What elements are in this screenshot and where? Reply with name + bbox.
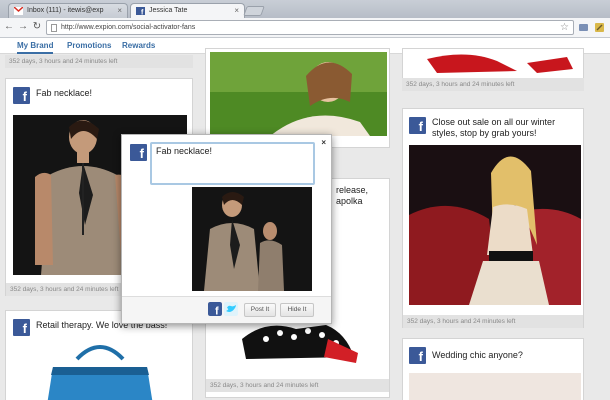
facebook-icon: f bbox=[409, 347, 426, 364]
page-icon bbox=[51, 24, 57, 32]
facebook-icon: f bbox=[136, 7, 145, 15]
address-bar[interactable]: http://www.expion.com/social-activator-f… bbox=[46, 20, 574, 35]
message-input[interactable]: Fab necklace! bbox=[150, 142, 315, 185]
new-tab-button[interactable] bbox=[243, 6, 265, 16]
facebook-share-icon[interactable]: f bbox=[208, 302, 222, 316]
tab-rewards[interactable]: Rewards bbox=[122, 41, 155, 52]
post-preview-photo bbox=[192, 187, 312, 291]
bookmark-star-icon[interactable]: ☆ bbox=[560, 22, 569, 33]
facebook-icon: f bbox=[130, 144, 147, 161]
close-icon[interactable]: × bbox=[321, 138, 326, 147]
twitter-share-icon[interactable] bbox=[224, 302, 238, 316]
post-card[interactable] bbox=[402, 48, 584, 80]
facebook-icon: f bbox=[13, 319, 30, 336]
close-tab-icon[interactable]: × bbox=[117, 6, 122, 15]
tab-gmail[interactable]: Inbox (111) - itewis@exp × bbox=[8, 3, 128, 18]
facebook-icon: f bbox=[409, 117, 426, 134]
tab-jessica-tate[interactable]: f Jessica Tate × bbox=[130, 3, 245, 18]
svg-text:f: f bbox=[215, 306, 219, 317]
facebook-icon: f bbox=[13, 87, 30, 104]
post-photo bbox=[409, 145, 581, 305]
card-meta: 352 days, 3 hours and 24 minutes left bbox=[402, 78, 584, 91]
post-photo bbox=[13, 343, 187, 400]
share-popup: × f Fab necklace! f Post It Hide It bbox=[121, 134, 332, 324]
browser-tab-strip: Inbox (111) - itewis@exp × f Jessica Tat… bbox=[0, 0, 610, 18]
tab-promotions[interactable]: Promotions bbox=[67, 41, 111, 52]
post-card[interactable]: f Close out sale on all our winter style… bbox=[402, 108, 584, 328]
browser-toolbar: ← → ↻ http://www.expion.com/social-activ… bbox=[0, 18, 610, 38]
tab-jessica-label: Jessica Tate bbox=[149, 7, 188, 14]
back-icon[interactable]: ← bbox=[3, 21, 15, 33]
forward-icon[interactable]: → bbox=[17, 21, 29, 33]
wrench-icon[interactable] bbox=[594, 22, 605, 33]
reload-icon[interactable]: ↻ bbox=[31, 21, 43, 33]
post-it-button[interactable]: Post It bbox=[244, 303, 276, 317]
post-title: Close out sale on all our winter styles,… bbox=[432, 117, 556, 138]
gmail-icon bbox=[14, 7, 23, 15]
post-photo bbox=[409, 373, 581, 400]
post-card[interactable]: f Wedding chic anyone? bbox=[402, 338, 584, 400]
card-meta: 352 days, 3 hours and 24 minutes left bbox=[206, 379, 389, 392]
card-meta: 352 days, 3 hours and 24 minutes left bbox=[5, 55, 193, 68]
post-title: Wedding chic anyone? bbox=[432, 350, 523, 360]
hide-it-button[interactable]: Hide It bbox=[280, 303, 314, 317]
post-title: Fab necklace! bbox=[36, 88, 93, 98]
extension-icon[interactable] bbox=[578, 22, 589, 33]
post-title: release, apolka bbox=[336, 185, 369, 206]
post-photo bbox=[407, 49, 581, 77]
close-tab-icon[interactable]: × bbox=[234, 6, 239, 15]
tab-my-brand[interactable]: My Brand bbox=[17, 41, 54, 54]
post-card[interactable] bbox=[205, 48, 390, 148]
popup-footer: f Post It Hide It bbox=[122, 296, 331, 323]
url-text: http://www.expion.com/social-activator-f… bbox=[61, 24, 196, 31]
post-photo bbox=[210, 52, 387, 136]
tab-gmail-label: Inbox (111) - itewis@exp bbox=[27, 7, 104, 14]
card-meta: 352 days, 3 hours and 24 minutes left bbox=[403, 315, 583, 328]
